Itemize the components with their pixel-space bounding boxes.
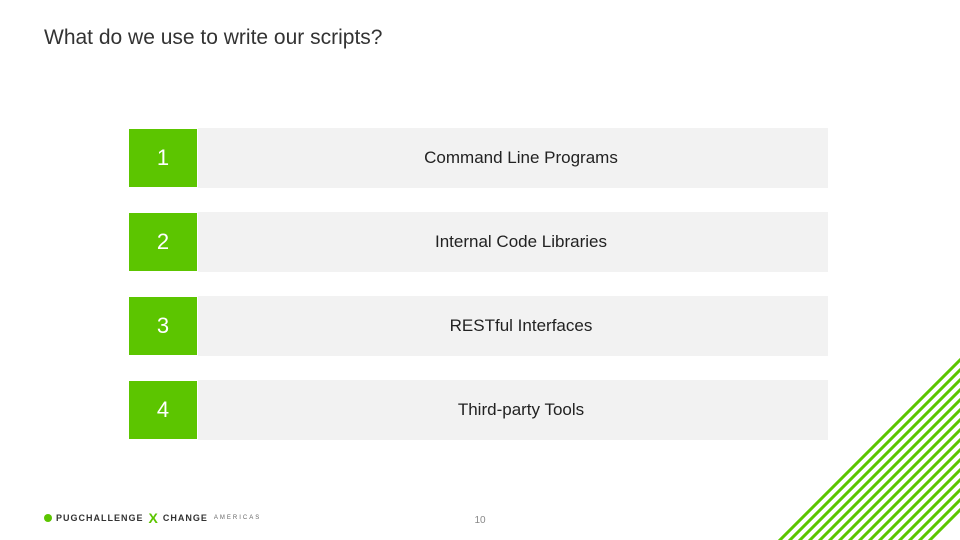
item-number: 4 [128,380,198,440]
brand-logo: PUGCHALLENGE X CHANGE AMERICAS [44,510,261,526]
row-spacer [198,212,214,272]
item-label: RESTful Interfaces [214,296,828,356]
logo-text: PUGCHALLENGE [56,513,144,523]
row-spacer [198,128,214,188]
slide-title: What do we use to write our scripts? [44,26,382,50]
item-label: Command Line Programs [214,128,828,188]
logo-dot-icon [44,514,52,522]
list-item: 2 Internal Code Libraries [128,212,828,272]
item-label: Internal Code Libraries [214,212,828,272]
logo-subtext: AMERICAS [214,515,261,521]
row-spacer [198,296,214,356]
item-number: 3 [128,296,198,356]
item-list: 1 Command Line Programs 2 Internal Code … [128,128,828,464]
item-number: 2 [128,212,198,272]
item-number: 1 [128,128,198,188]
page-number: 10 [474,515,485,526]
list-item: 3 RESTful Interfaces [128,296,828,356]
row-spacer [198,380,214,440]
logo-text2: CHANGE [163,513,208,523]
list-item: 1 Command Line Programs [128,128,828,188]
item-label: Third-party Tools [214,380,828,440]
logo-x-icon: X [149,510,158,526]
list-item: 4 Third-party Tools [128,380,828,440]
